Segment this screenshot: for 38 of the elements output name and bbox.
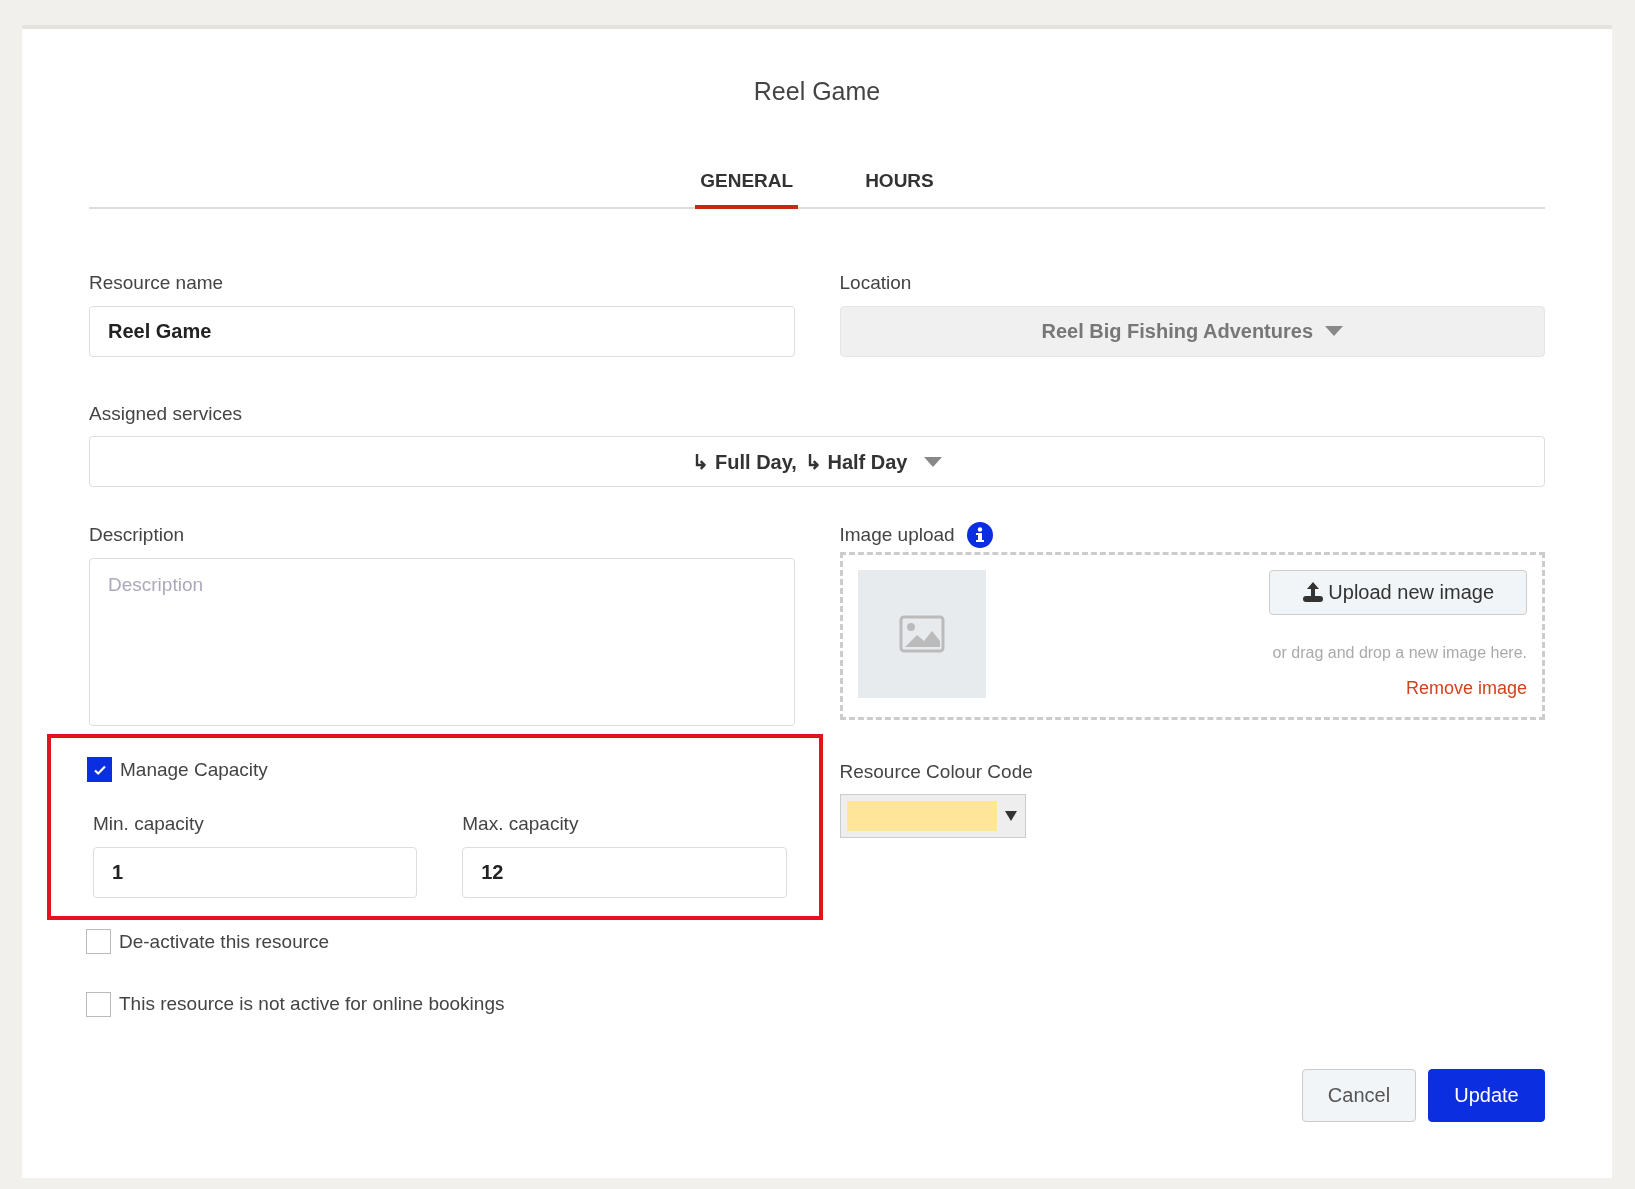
- checkbox[interactable]: [86, 929, 111, 955]
- image-icon: [898, 614, 945, 653]
- upload-button[interactable]: Upload new image: [1269, 569, 1527, 615]
- caret-icon: [1325, 326, 1343, 336]
- checkbox[interactable]: [87, 757, 112, 783]
- checkbox[interactable]: [86, 991, 111, 1017]
- field-label: Assigned services: [89, 401, 244, 426]
- caret-icon: [1004, 811, 1017, 821]
- field-label: Location: [839, 271, 913, 295]
- caret-icon: [923, 456, 942, 467]
- service-item: ↳ Full Day,: [692, 449, 797, 475]
- field-label: Min. capacity: [93, 812, 205, 836]
- text-field[interactable]: Reel Game: [89, 305, 795, 357]
- drop-hint: or drag and drop a new image here.: [1272, 642, 1527, 663]
- colour-picker[interactable]: [839, 794, 1026, 838]
- description-field[interactable]: Description: [89, 557, 795, 726]
- number-field[interactable]: 12: [462, 846, 787, 898]
- tab[interactable]: GENERAL: [695, 166, 799, 209]
- checkbox-label: De-activate this resource: [119, 929, 330, 954]
- field-label: Image upload: [839, 523, 955, 547]
- info-icon[interactable]: [966, 522, 993, 549]
- number-field[interactable]: 1: [93, 846, 418, 898]
- field-label: Resource Colour Code: [839, 759, 1034, 784]
- services-dropdown[interactable]: ↳ Full Day, ↳ Half Day: [89, 436, 1545, 487]
- field-label: Resource name: [89, 271, 225, 295]
- tab[interactable]: HOURS: [860, 166, 939, 209]
- remove-image-link[interactable]: Remove image: [1405, 674, 1527, 702]
- location-dropdown[interactable]: Reel Big Fishing Adventures: [839, 305, 1545, 357]
- cancel-button[interactable]: Cancel: [1302, 1068, 1416, 1122]
- field-label: Max. capacity: [462, 812, 580, 836]
- service-item: ↳ Half Day: [804, 449, 908, 475]
- upload-icon: [1302, 581, 1325, 603]
- field-label: Description: [89, 523, 186, 547]
- update-button[interactable]: Update: [1428, 1068, 1545, 1122]
- dialog-title: Reel Game: [752, 76, 882, 107]
- drop-zone[interactable]: Upload new image or drag and drop a new image here. Remove image: [839, 551, 1545, 720]
- checkbox-label: This resource is not active for online bookings: [119, 992, 505, 1016]
- checkbox-label: Manage Capacity: [120, 757, 268, 782]
